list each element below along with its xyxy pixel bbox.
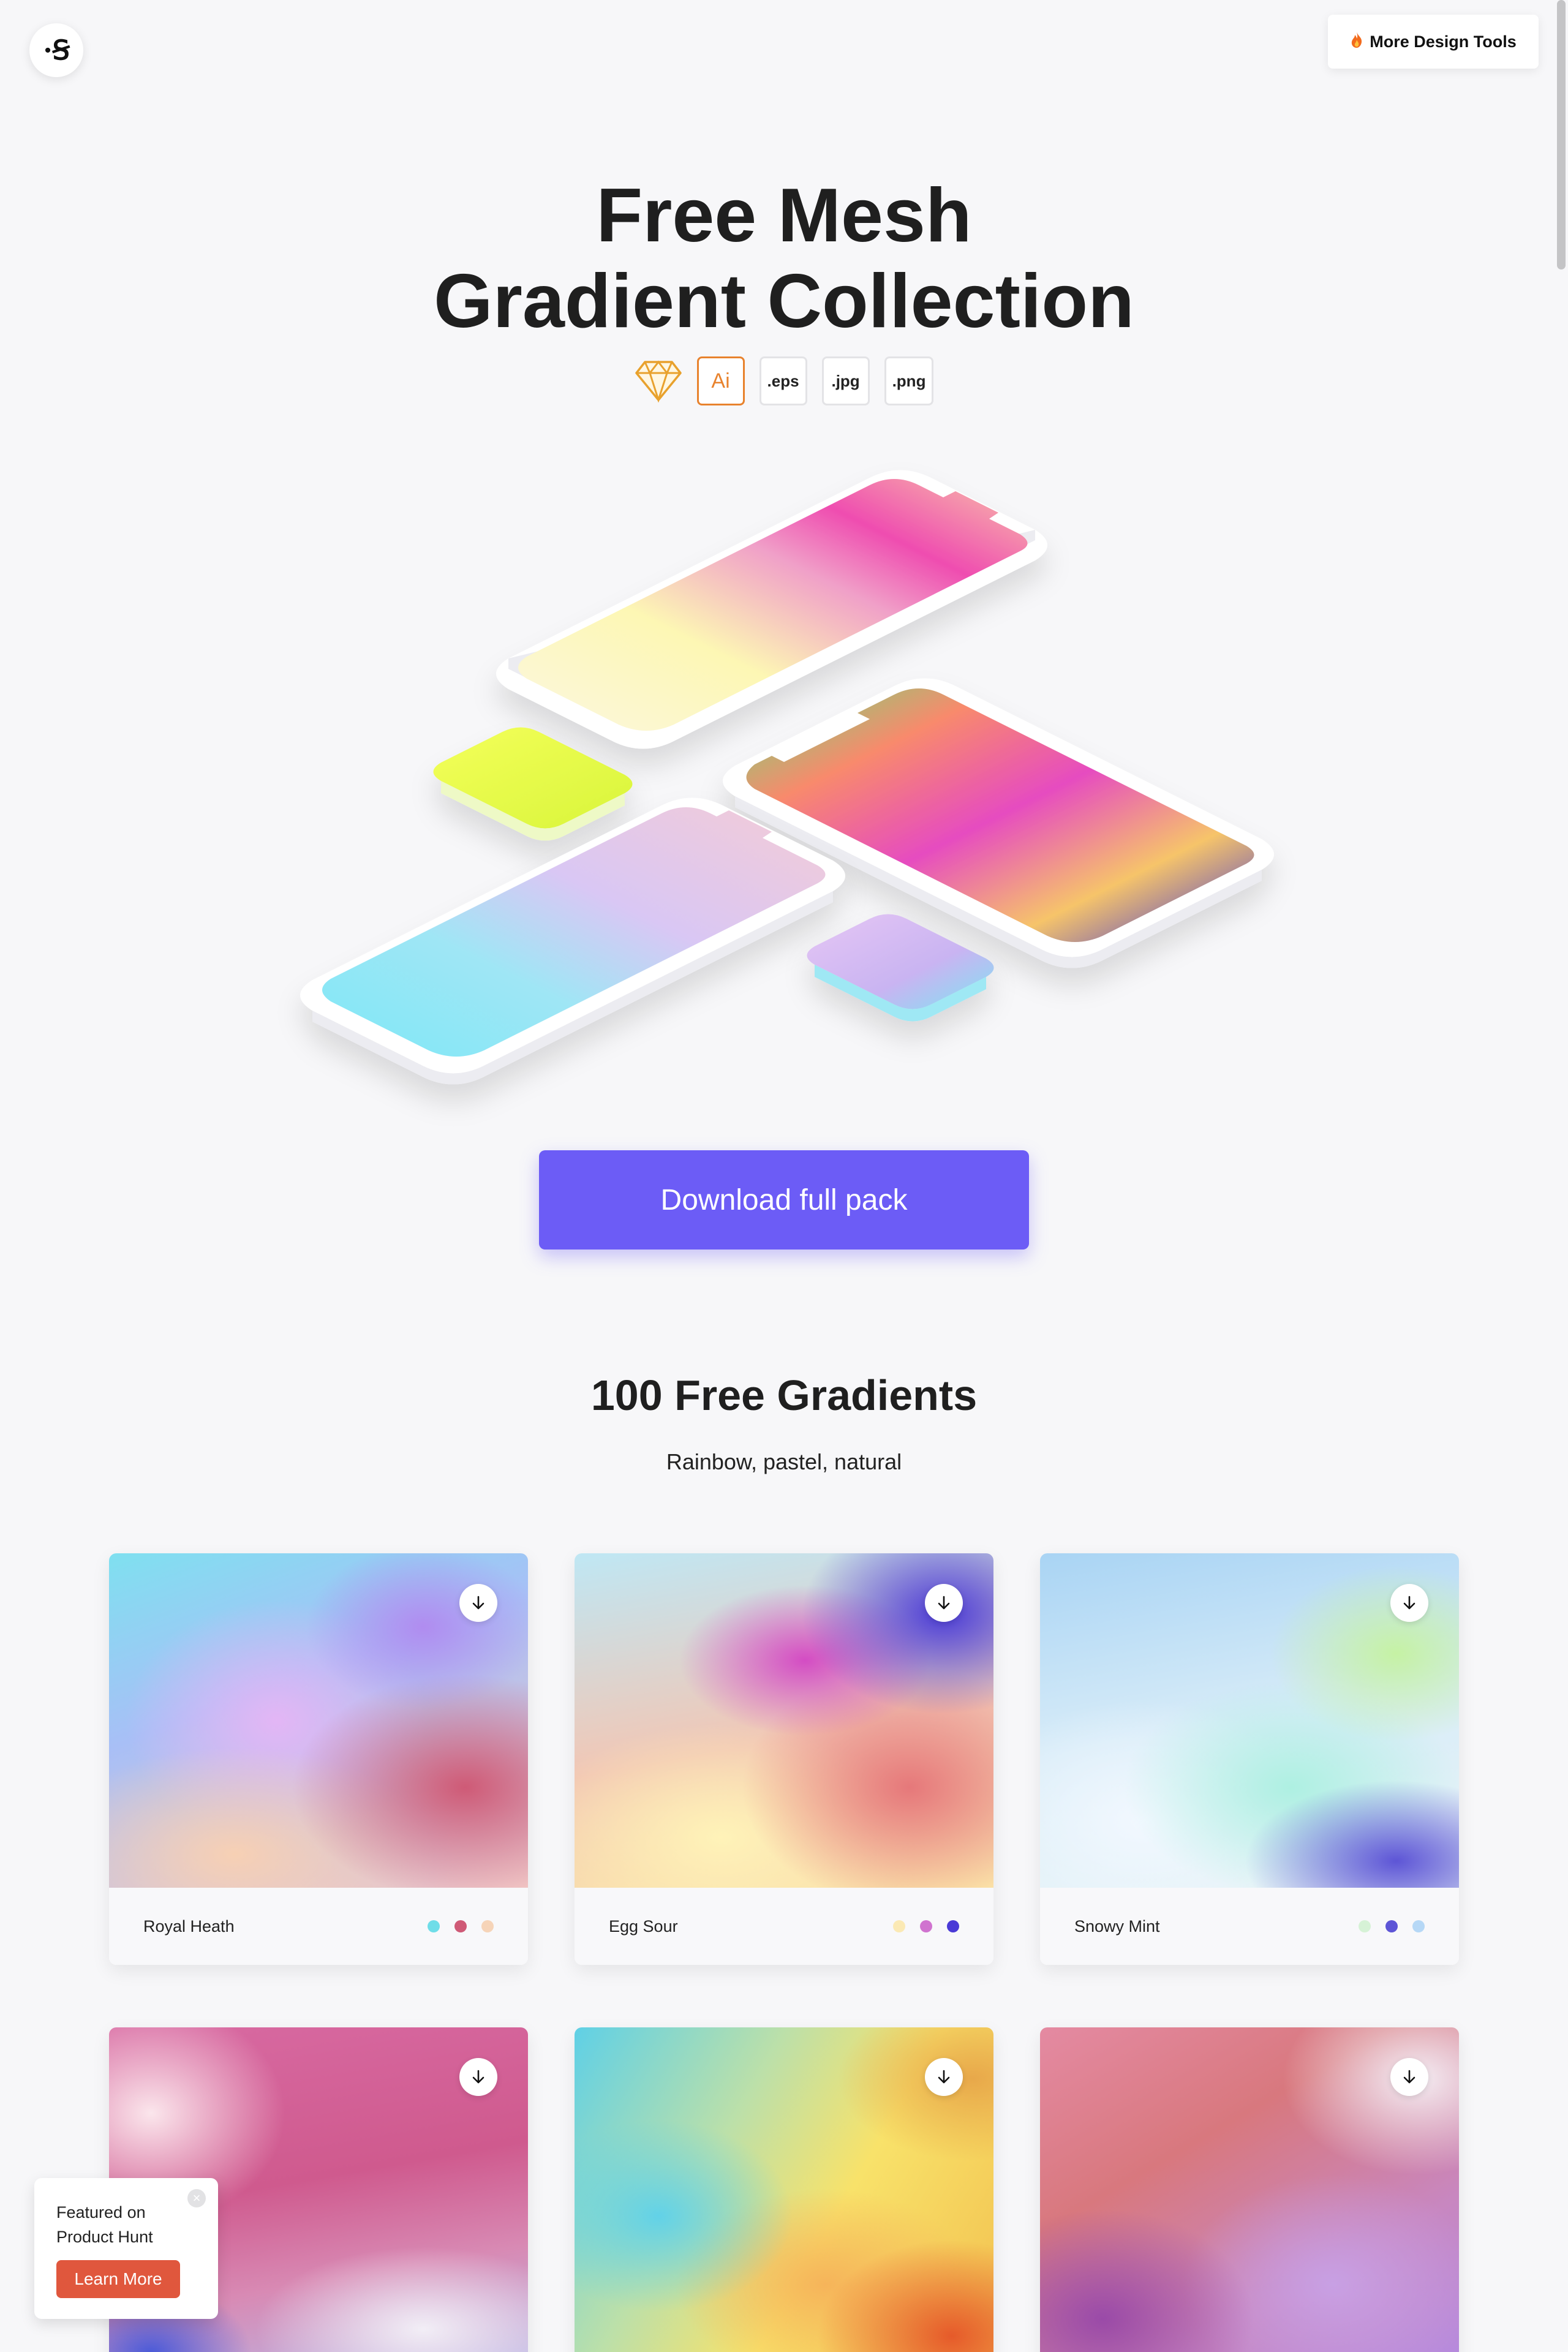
download-full-pack-button[interactable]: Download full pack bbox=[539, 1150, 1029, 1250]
download-arrow-icon[interactable] bbox=[1390, 2058, 1428, 2096]
color-dots bbox=[1359, 1920, 1425, 1932]
gradient-preview[interactable] bbox=[109, 1553, 528, 1888]
gradient-card-6[interactable] bbox=[1040, 2027, 1459, 2352]
download-arrow-icon[interactable] bbox=[925, 1584, 963, 1622]
download-arrow-icon[interactable] bbox=[459, 1584, 497, 1622]
section-title: 100 Free Gradients bbox=[590, 1371, 978, 1419]
product-hunt-badge: × Featured on Product Hunt Learn More bbox=[34, 2178, 218, 2319]
gradient-card-egg-sour[interactable]: Egg Sour bbox=[575, 1553, 993, 1965]
hero-illustration bbox=[0, 453, 1568, 1127]
color-dots bbox=[428, 1920, 494, 1932]
png-format-badge: .png bbox=[884, 356, 934, 405]
fire-icon bbox=[1350, 31, 1363, 53]
download-arrow-icon[interactable] bbox=[1390, 1584, 1428, 1622]
page-title-line-2: Gradient Collection bbox=[434, 259, 1134, 344]
gradient-preview[interactable] bbox=[575, 2027, 993, 2352]
gradient-card-5[interactable] bbox=[575, 2027, 993, 2352]
color-dot bbox=[454, 1920, 467, 1932]
color-dots bbox=[893, 1920, 959, 1932]
more-design-tools-label: More Design Tools bbox=[1370, 32, 1517, 51]
learn-more-button[interactable]: Learn More bbox=[56, 2260, 180, 2298]
product-hunt-text: Featured on Product Hunt bbox=[56, 2203, 153, 2246]
color-dot bbox=[481, 1920, 494, 1932]
color-dot bbox=[1412, 1920, 1425, 1932]
gradient-name: Snowy Mint bbox=[1074, 1917, 1160, 1936]
download-arrow-icon[interactable] bbox=[925, 2058, 963, 2096]
file-formats: Ai .eps .jpg .png bbox=[0, 356, 1568, 405]
section-subtitle: Rainbow, pastel, natural bbox=[666, 1449, 902, 1474]
color-dot bbox=[1385, 1920, 1398, 1932]
gradient-preview[interactable] bbox=[575, 1553, 993, 1888]
gradient-preview[interactable] bbox=[1040, 2027, 1459, 2352]
card-footer: Royal Heath bbox=[109, 1888, 528, 1965]
jpg-format-badge: .jpg bbox=[821, 356, 870, 405]
card-footer: Egg Sour bbox=[575, 1888, 993, 1965]
eps-format-badge: .eps bbox=[759, 356, 807, 405]
color-dot bbox=[920, 1920, 932, 1932]
page-title: Free Mesh Gradient Collection bbox=[0, 173, 1568, 344]
sketch-icon bbox=[635, 356, 682, 405]
color-dot bbox=[1359, 1920, 1371, 1932]
color-dot bbox=[947, 1920, 959, 1932]
card-footer: Snowy Mint bbox=[1040, 1888, 1459, 1965]
download-arrow-icon[interactable] bbox=[459, 2058, 497, 2096]
gradient-name: Egg Sour bbox=[609, 1917, 678, 1936]
page-title-line-1: Free Mesh bbox=[596, 173, 972, 258]
close-icon[interactable]: × bbox=[187, 2189, 206, 2207]
logo[interactable]: ·Ꞩ bbox=[29, 23, 83, 77]
more-design-tools-button[interactable]: More Design Tools bbox=[1328, 15, 1539, 69]
color-dot bbox=[428, 1920, 440, 1932]
gradient-card-royal-heath[interactable]: Royal Heath bbox=[109, 1553, 528, 1965]
color-dot bbox=[893, 1920, 905, 1932]
gradient-card-snowy-mint[interactable]: Snowy Mint bbox=[1040, 1553, 1459, 1965]
illustrator-icon: Ai bbox=[696, 356, 745, 405]
gradient-name: Royal Heath bbox=[143, 1917, 235, 1936]
gradient-preview[interactable] bbox=[1040, 1553, 1459, 1888]
